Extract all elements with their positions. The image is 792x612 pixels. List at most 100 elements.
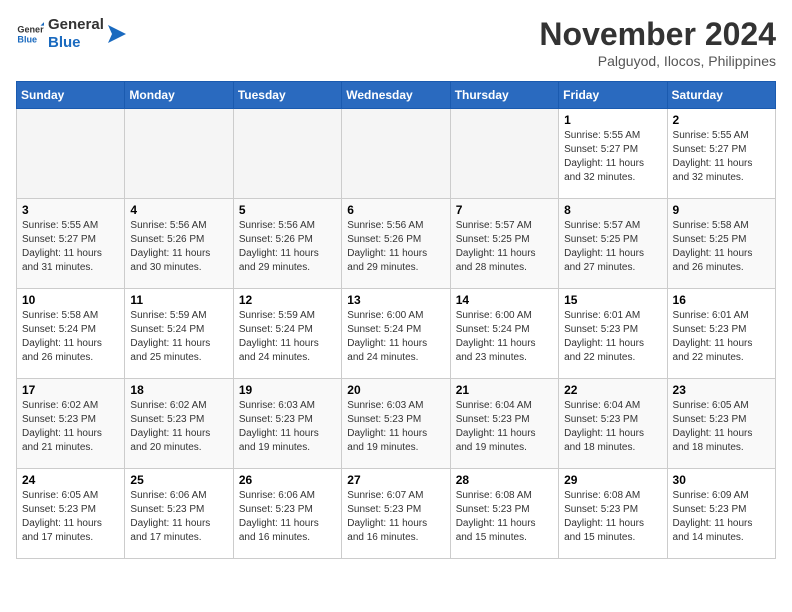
calendar-cell: 2 Sunrise: 5:55 AMSunset: 5:27 PMDaylight… (667, 109, 775, 199)
day-info: Sunrise: 6:06 AMSunset: 5:23 PMDaylight:… (239, 489, 336, 545)
calendar-cell: 10 Sunrise: 5:58 AMSunset: 5:24 PMDayligh… (17, 289, 125, 379)
calendar-cell: 12Sunrise: 5:59 AMSunset: 5:24 PMDayligh… (233, 289, 341, 379)
calendar-cell: 19 Sunrise: 6:03 AMSunset: 5:23 PMDayligh… (233, 379, 341, 469)
page-header: General Blue General Blue November 2024 … (16, 16, 776, 69)
day-info: Sunrise: 6:03 AMSunset: 5:23 PMDaylight:… (239, 399, 336, 455)
day-number: 27 (347, 473, 444, 487)
day-number: 30 (673, 473, 770, 487)
day-number: 15 (564, 293, 661, 307)
day-info: Sunrise: 5:56 AMSunset: 5:26 PMDaylight:… (130, 219, 227, 275)
day-number: 10 (22, 293, 119, 307)
day-number: 26 (239, 473, 336, 487)
day-info: Sunrise: 6:01 AMSunset: 5:23 PMDaylight:… (564, 309, 661, 365)
day-info: Sunrise: 6:09 AMSunset: 5:23 PMDaylight:… (673, 489, 770, 545)
calendar-week-3: 10 Sunrise: 5:58 AMSunset: 5:24 PMDayligh… (17, 289, 776, 379)
logo-icon: General Blue (16, 20, 44, 48)
svg-text:Blue: Blue (17, 34, 37, 44)
calendar-cell: 20 Sunrise: 6:03 AMSunset: 5:23 PMDayligh… (342, 379, 450, 469)
calendar-cell: 15 Sunrise: 6:01 AMSunset: 5:23 PMDayligh… (559, 289, 667, 379)
calendar-cell: 24 Sunrise: 6:05 AMSunset: 5:23 PMDayligh… (17, 469, 125, 559)
col-header-sunday: Sunday (17, 82, 125, 109)
calendar-week-5: 24 Sunrise: 6:05 AMSunset: 5:23 PMDayligh… (17, 469, 776, 559)
calendar-cell: 9 Sunrise: 5:58 AMSunset: 5:25 PMDaylight… (667, 199, 775, 289)
day-info: Sunrise: 6:04 AMSunset: 5:23 PMDaylight:… (456, 399, 553, 455)
day-number: 29 (564, 473, 661, 487)
calendar-cell (125, 109, 233, 199)
day-number: 23 (673, 383, 770, 397)
day-number: 22 (564, 383, 661, 397)
calendar-week-1: 1 Sunrise: 5:55 AMSunset: 5:27 PMDaylight… (17, 109, 776, 199)
day-number: 13 (347, 293, 444, 307)
calendar-cell: 21 Sunrise: 6:04 AMSunset: 5:23 PMDayligh… (450, 379, 558, 469)
calendar-cell: 3Sunrise: 5:55 AMSunset: 5:27 PMDaylight… (17, 199, 125, 289)
day-number: 7 (456, 203, 553, 217)
day-info: Sunrise: 6:01 AMSunset: 5:23 PMDaylight:… (673, 309, 770, 365)
calendar-table: SundayMondayTuesdayWednesdayThursdayFrid… (16, 81, 776, 559)
day-number: 5 (239, 203, 336, 217)
day-info: Sunrise: 6:08 AMSunset: 5:23 PMDaylight:… (564, 489, 661, 545)
day-number: 18 (130, 383, 227, 397)
calendar-cell: 25 Sunrise: 6:06 AMSunset: 5:23 PMDayligh… (125, 469, 233, 559)
day-info: Sunrise: 6:02 AMSunset: 5:23 PMDaylight:… (130, 399, 227, 455)
day-info: Sunrise: 6:04 AMSunset: 5:23 PMDaylight:… (564, 399, 661, 455)
calendar-cell: 27 Sunrise: 6:07 AMSunset: 5:23 PMDayligh… (342, 469, 450, 559)
day-number: 16 (673, 293, 770, 307)
day-number: 19 (239, 383, 336, 397)
day-info: Sunrise: 6:05 AMSunset: 5:23 PMDaylight:… (22, 489, 119, 545)
calendar-cell: 7 Sunrise: 5:57 AMSunset: 5:25 PMDaylight… (450, 199, 558, 289)
day-number: 8 (564, 203, 661, 217)
day-number: 21 (456, 383, 553, 397)
day-number: 9 (673, 203, 770, 217)
calendar-cell: 13 Sunrise: 6:00 AMSunset: 5:24 PMDayligh… (342, 289, 450, 379)
calendar-cell: 18 Sunrise: 6:02 AMSunset: 5:23 PMDayligh… (125, 379, 233, 469)
month-title: November 2024 (539, 16, 776, 53)
calendar-cell: 14 Sunrise: 6:00 AMSunset: 5:24 PMDayligh… (450, 289, 558, 379)
day-info: Sunrise: 5:58 AMSunset: 5:25 PMDaylight:… (673, 219, 770, 275)
day-info: Sunrise: 6:06 AMSunset: 5:23 PMDaylight:… (130, 489, 227, 545)
day-info: Sunrise: 5:55 AMSunset: 5:27 PMDaylight:… (564, 129, 661, 185)
day-info: Sunrise: 5:56 AMSunset: 5:26 PMDaylight:… (347, 219, 444, 275)
day-number: 25 (130, 473, 227, 487)
location: Palguyod, Ilocos, Philippines (539, 53, 776, 69)
calendar-cell: 17Sunrise: 6:02 AMSunset: 5:23 PMDayligh… (17, 379, 125, 469)
calendar-cell: 28 Sunrise: 6:08 AMSunset: 5:23 PMDayligh… (450, 469, 558, 559)
day-info: Sunrise: 6:03 AMSunset: 5:23 PMDaylight:… (347, 399, 444, 455)
day-number: 11 (130, 293, 227, 307)
day-number: 28 (456, 473, 553, 487)
day-number: 20 (347, 383, 444, 397)
col-header-monday: Monday (125, 82, 233, 109)
day-info: Sunrise: 5:57 AMSunset: 5:25 PMDaylight:… (456, 219, 553, 275)
day-number: 2 (673, 113, 770, 127)
day-info: Sunrise: 5:56 AMSunset: 5:26 PMDaylight:… (239, 219, 336, 275)
day-info: Sunrise: 5:59 AMSunset: 5:24 PMDaylight:… (130, 309, 227, 365)
title-block: November 2024 Palguyod, Ilocos, Philippi… (539, 16, 776, 69)
calendar-cell: 30 Sunrise: 6:09 AMSunset: 5:23 PMDayligh… (667, 469, 775, 559)
logo-arrow-icon (108, 25, 126, 43)
day-info: Sunrise: 6:02 AMSunset: 5:23 PMDaylight:… (22, 399, 119, 455)
logo: General Blue General Blue (16, 16, 126, 52)
day-info: Sunrise: 6:07 AMSunset: 5:23 PMDaylight:… (347, 489, 444, 545)
calendar-week-4: 17Sunrise: 6:02 AMSunset: 5:23 PMDayligh… (17, 379, 776, 469)
day-number: 3 (22, 203, 119, 217)
day-info: Sunrise: 5:57 AMSunset: 5:25 PMDaylight:… (564, 219, 661, 275)
day-number: 1 (564, 113, 661, 127)
day-info: Sunrise: 6:08 AMSunset: 5:23 PMDaylight:… (456, 489, 553, 545)
day-info: Sunrise: 5:55 AMSunset: 5:27 PMDaylight:… (673, 129, 770, 185)
day-number: 4 (130, 203, 227, 217)
day-number: 24 (22, 473, 119, 487)
calendar-cell: 4 Sunrise: 5:56 AMSunset: 5:26 PMDaylight… (125, 199, 233, 289)
day-info: Sunrise: 6:00 AMSunset: 5:24 PMDaylight:… (456, 309, 553, 365)
calendar-header-row: SundayMondayTuesdayWednesdayThursdayFrid… (17, 82, 776, 109)
calendar-cell: 26 Sunrise: 6:06 AMSunset: 5:23 PMDayligh… (233, 469, 341, 559)
col-header-thursday: Thursday (450, 82, 558, 109)
calendar-cell: 1 Sunrise: 5:55 AMSunset: 5:27 PMDaylight… (559, 109, 667, 199)
svg-text:General: General (17, 25, 44, 35)
calendar-week-2: 3Sunrise: 5:55 AMSunset: 5:27 PMDaylight… (17, 199, 776, 289)
day-info: Sunrise: 6:00 AMSunset: 5:24 PMDaylight:… (347, 309, 444, 365)
day-number: 14 (456, 293, 553, 307)
calendar-cell: 16 Sunrise: 6:01 AMSunset: 5:23 PMDayligh… (667, 289, 775, 379)
calendar-cell (342, 109, 450, 199)
calendar-cell: 5 Sunrise: 5:56 AMSunset: 5:26 PMDaylight… (233, 199, 341, 289)
day-info: Sunrise: 5:58 AMSunset: 5:24 PMDaylight:… (22, 309, 119, 365)
calendar-cell: 8 Sunrise: 5:57 AMSunset: 5:25 PMDaylight… (559, 199, 667, 289)
